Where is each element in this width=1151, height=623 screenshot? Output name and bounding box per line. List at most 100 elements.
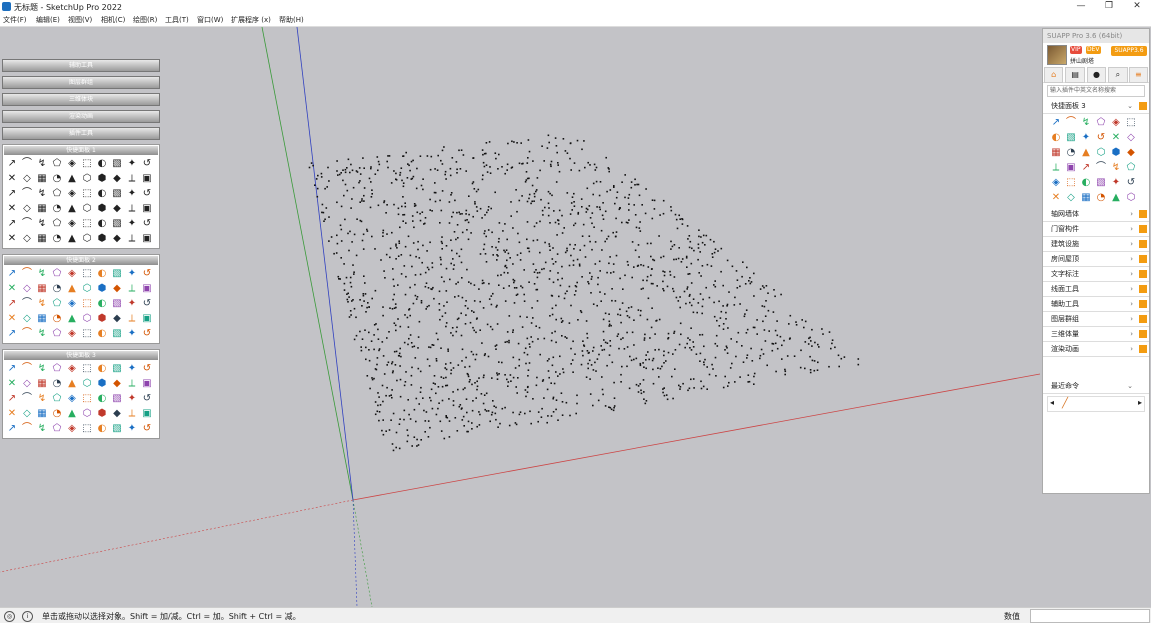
- terrain-point[interactable]: [483, 282, 485, 284]
- panel1-tool-icon[interactable]: ⬠: [50, 187, 64, 201]
- terrain-point[interactable]: [415, 298, 418, 300]
- terrain-point[interactable]: [350, 285, 353, 288]
- terrain-point[interactable]: [458, 211, 460, 214]
- terrain-point[interactable]: [465, 398, 468, 400]
- panel2-tool-icon[interactable]: ↯: [35, 267, 49, 281]
- terrain-point[interactable]: [409, 169, 411, 172]
- terrain-point[interactable]: [577, 213, 579, 215]
- terrain-point[interactable]: [397, 318, 399, 320]
- terrain-point[interactable]: [428, 346, 430, 348]
- terrain-point[interactable]: [633, 358, 635, 361]
- terrain-point[interactable]: [663, 271, 666, 273]
- terrain-point[interactable]: [359, 219, 362, 222]
- terrain-point[interactable]: [601, 214, 604, 217]
- terrain-point[interactable]: [347, 292, 349, 295]
- menu-view[interactable]: 视图(V): [68, 15, 92, 25]
- terrain-point[interactable]: [546, 147, 549, 149]
- terrain-point[interactable]: [637, 183, 640, 186]
- terrain-point[interactable]: [368, 177, 371, 180]
- terrain-point[interactable]: [438, 303, 441, 305]
- panel3-tool-icon[interactable]: ⌒: [20, 392, 34, 406]
- terrain-point[interactable]: [570, 254, 572, 257]
- terrain-point[interactable]: [469, 379, 471, 381]
- suapp-tool-icon[interactable]: ↗: [1079, 161, 1093, 175]
- chevron-right-icon[interactable]: ›: [1130, 267, 1133, 281]
- terrain-point[interactable]: [598, 206, 601, 208]
- terrain-point[interactable]: [440, 263, 442, 266]
- terrain-point[interactable]: [626, 331, 628, 334]
- suapp-tool-icon[interactable]: ◇: [1124, 131, 1138, 145]
- terrain-point[interactable]: [654, 333, 656, 335]
- terrain-point[interactable]: [635, 383, 638, 386]
- terrain-point[interactable]: [633, 344, 635, 346]
- terrain-point[interactable]: [370, 166, 372, 168]
- terrain-point[interactable]: [535, 384, 538, 387]
- terrain-point[interactable]: [422, 244, 424, 247]
- terrain-point[interactable]: [497, 426, 499, 428]
- terrain-point[interactable]: [526, 386, 529, 389]
- terrain-point[interactable]: [535, 189, 538, 191]
- terrain-point[interactable]: [370, 196, 373, 198]
- terrain-point[interactable]: [496, 378, 499, 380]
- terrain-point[interactable]: [686, 286, 689, 288]
- terrain-point[interactable]: [344, 171, 347, 174]
- terrain-point[interactable]: [555, 371, 557, 373]
- terrain-point[interactable]: [381, 429, 383, 432]
- terrain-point[interactable]: [486, 211, 488, 214]
- terrain-point[interactable]: [569, 213, 572, 215]
- terrain-point[interactable]: [524, 347, 527, 350]
- panel3-tool-icon[interactable]: ⬚: [80, 362, 94, 376]
- terrain-point[interactable]: [518, 364, 520, 367]
- terrain-point[interactable]: [775, 370, 777, 373]
- terrain-point[interactable]: [511, 166, 514, 168]
- terrain-point[interactable]: [548, 278, 551, 280]
- panel3-tool-icon[interactable]: ▦: [35, 407, 49, 421]
- terrain-point[interactable]: [484, 353, 486, 355]
- terrain-point[interactable]: [353, 273, 355, 275]
- terrain-point[interactable]: [523, 269, 525, 271]
- terrain-point[interactable]: [465, 356, 467, 359]
- terrain-point[interactable]: [722, 386, 725, 389]
- terrain-point[interactable]: [697, 258, 699, 261]
- menu-help[interactable]: 帮助(H): [279, 15, 304, 25]
- terrain-point[interactable]: [392, 449, 395, 452]
- terrain-point[interactable]: [667, 337, 669, 340]
- terrain-point[interactable]: [488, 298, 491, 300]
- terrain-point[interactable]: [461, 360, 463, 362]
- terrain-point[interactable]: [343, 282, 346, 285]
- terrain-point[interactable]: [809, 371, 812, 374]
- terrain-point[interactable]: [689, 339, 691, 341]
- terrain-point[interactable]: [399, 395, 402, 398]
- terrain-point[interactable]: [351, 241, 353, 243]
- terrain-point[interactable]: [556, 253, 559, 255]
- terrain-point[interactable]: [714, 356, 717, 359]
- terrain-point[interactable]: [391, 389, 393, 391]
- terrain-point[interactable]: [466, 219, 468, 221]
- terrain-point[interactable]: [386, 233, 388, 235]
- terrain-point[interactable]: [734, 381, 736, 383]
- terrain-point[interactable]: [461, 348, 464, 351]
- terrain-point[interactable]: [701, 333, 704, 336]
- pin-icon[interactable]: [1139, 240, 1147, 248]
- terrain-point[interactable]: [550, 415, 553, 417]
- terrain-point[interactable]: [454, 199, 456, 202]
- terrain-point[interactable]: [449, 362, 452, 364]
- terrain-point[interactable]: [662, 280, 664, 283]
- terrain-point[interactable]: [443, 305, 445, 307]
- terrain-point[interactable]: [744, 313, 746, 315]
- terrain-point[interactable]: [620, 338, 622, 341]
- terrain-point[interactable]: [388, 155, 391, 157]
- terrain-point[interactable]: [614, 300, 617, 302]
- terrain-point[interactable]: [555, 341, 557, 344]
- terrain-point[interactable]: [526, 162, 529, 164]
- terrain-point[interactable]: [753, 383, 755, 385]
- terrain-point[interactable]: [494, 152, 497, 154]
- terrain-point[interactable]: [420, 386, 422, 389]
- terrain-point[interactable]: [516, 392, 518, 394]
- panel1-tool-icon[interactable]: ⌒: [20, 217, 34, 231]
- terrain-point[interactable]: [466, 229, 468, 231]
- terrain-point[interactable]: [432, 382, 435, 384]
- terrain-point[interactable]: [517, 342, 520, 345]
- terrain-point[interactable]: [342, 169, 344, 171]
- terrain-point[interactable]: [440, 430, 443, 432]
